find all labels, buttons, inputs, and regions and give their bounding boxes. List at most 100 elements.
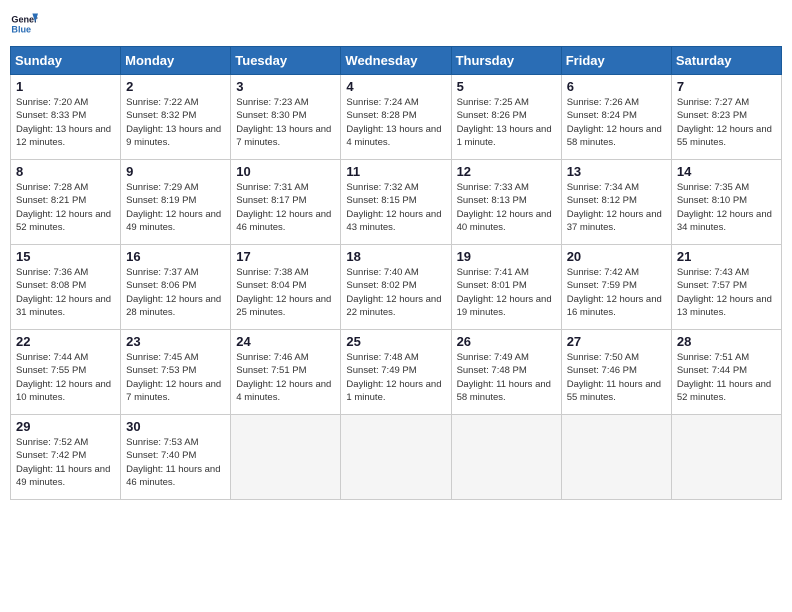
day-number: 3 [236, 79, 335, 94]
calendar-day-cell: 6 Sunrise: 7:26 AMSunset: 8:24 PMDayligh… [561, 75, 671, 160]
calendar-day-cell: 24 Sunrise: 7:46 AMSunset: 7:51 PMDaylig… [231, 330, 341, 415]
day-number: 24 [236, 334, 335, 349]
day-info: Sunrise: 7:31 AMSunset: 8:17 PMDaylight:… [236, 181, 335, 234]
day-number: 9 [126, 164, 225, 179]
calendar-day-cell: 12 Sunrise: 7:33 AMSunset: 8:13 PMDaylig… [451, 160, 561, 245]
calendar-day-cell: 15 Sunrise: 7:36 AMSunset: 8:08 PMDaylig… [11, 245, 121, 330]
day-number: 19 [457, 249, 556, 264]
calendar-day-cell: 4 Sunrise: 7:24 AMSunset: 8:28 PMDayligh… [341, 75, 451, 160]
col-sunday: Sunday [11, 47, 121, 75]
day-info: Sunrise: 7:48 AMSunset: 7:49 PMDaylight:… [346, 351, 445, 404]
day-info: Sunrise: 7:41 AMSunset: 8:01 PMDaylight:… [457, 266, 556, 319]
calendar-day-cell: 7 Sunrise: 7:27 AMSunset: 8:23 PMDayligh… [671, 75, 781, 160]
calendar-header-row: Sunday Monday Tuesday Wednesday Thursday… [11, 47, 782, 75]
day-number: 13 [567, 164, 666, 179]
day-info: Sunrise: 7:44 AMSunset: 7:55 PMDaylight:… [16, 351, 115, 404]
svg-text:Blue: Blue [11, 24, 31, 34]
calendar-day-cell: 22 Sunrise: 7:44 AMSunset: 7:55 PMDaylig… [11, 330, 121, 415]
calendar-day-cell [231, 415, 341, 500]
day-number: 27 [567, 334, 666, 349]
day-info: Sunrise: 7:25 AMSunset: 8:26 PMDaylight:… [457, 96, 556, 149]
calendar-day-cell [561, 415, 671, 500]
calendar-day-cell: 13 Sunrise: 7:34 AMSunset: 8:12 PMDaylig… [561, 160, 671, 245]
day-info: Sunrise: 7:53 AMSunset: 7:40 PMDaylight:… [126, 436, 225, 489]
day-number: 20 [567, 249, 666, 264]
day-info: Sunrise: 7:40 AMSunset: 8:02 PMDaylight:… [346, 266, 445, 319]
day-info: Sunrise: 7:22 AMSunset: 8:32 PMDaylight:… [126, 96, 225, 149]
calendar-day-cell: 5 Sunrise: 7:25 AMSunset: 8:26 PMDayligh… [451, 75, 561, 160]
day-number: 5 [457, 79, 556, 94]
day-info: Sunrise: 7:37 AMSunset: 8:06 PMDaylight:… [126, 266, 225, 319]
col-saturday: Saturday [671, 47, 781, 75]
day-info: Sunrise: 7:32 AMSunset: 8:15 PMDaylight:… [346, 181, 445, 234]
calendar-day-cell: 16 Sunrise: 7:37 AMSunset: 8:06 PMDaylig… [121, 245, 231, 330]
day-number: 14 [677, 164, 776, 179]
day-number: 4 [346, 79, 445, 94]
day-number: 6 [567, 79, 666, 94]
day-number: 7 [677, 79, 776, 94]
day-info: Sunrise: 7:24 AMSunset: 8:28 PMDaylight:… [346, 96, 445, 149]
calendar-day-cell [451, 415, 561, 500]
calendar-week-row: 22 Sunrise: 7:44 AMSunset: 7:55 PMDaylig… [11, 330, 782, 415]
calendar-day-cell: 26 Sunrise: 7:49 AMSunset: 7:48 PMDaylig… [451, 330, 561, 415]
day-info: Sunrise: 7:50 AMSunset: 7:46 PMDaylight:… [567, 351, 666, 404]
day-number: 26 [457, 334, 556, 349]
day-number: 15 [16, 249, 115, 264]
day-number: 23 [126, 334, 225, 349]
col-friday: Friday [561, 47, 671, 75]
day-info: Sunrise: 7:27 AMSunset: 8:23 PMDaylight:… [677, 96, 776, 149]
calendar-day-cell: 25 Sunrise: 7:48 AMSunset: 7:49 PMDaylig… [341, 330, 451, 415]
day-info: Sunrise: 7:33 AMSunset: 8:13 PMDaylight:… [457, 181, 556, 234]
day-info: Sunrise: 7:36 AMSunset: 8:08 PMDaylight:… [16, 266, 115, 319]
day-number: 12 [457, 164, 556, 179]
calendar-week-row: 15 Sunrise: 7:36 AMSunset: 8:08 PMDaylig… [11, 245, 782, 330]
day-info: Sunrise: 7:51 AMSunset: 7:44 PMDaylight:… [677, 351, 776, 404]
calendar-day-cell: 28 Sunrise: 7:51 AMSunset: 7:44 PMDaylig… [671, 330, 781, 415]
day-info: Sunrise: 7:35 AMSunset: 8:10 PMDaylight:… [677, 181, 776, 234]
col-thursday: Thursday [451, 47, 561, 75]
calendar-day-cell: 29 Sunrise: 7:52 AMSunset: 7:42 PMDaylig… [11, 415, 121, 500]
calendar-day-cell [671, 415, 781, 500]
day-number: 2 [126, 79, 225, 94]
calendar-day-cell: 3 Sunrise: 7:23 AMSunset: 8:30 PMDayligh… [231, 75, 341, 160]
col-monday: Monday [121, 47, 231, 75]
calendar-day-cell: 8 Sunrise: 7:28 AMSunset: 8:21 PMDayligh… [11, 160, 121, 245]
calendar-week-row: 8 Sunrise: 7:28 AMSunset: 8:21 PMDayligh… [11, 160, 782, 245]
calendar-day-cell: 18 Sunrise: 7:40 AMSunset: 8:02 PMDaylig… [341, 245, 451, 330]
calendar-day-cell: 11 Sunrise: 7:32 AMSunset: 8:15 PMDaylig… [341, 160, 451, 245]
day-number: 17 [236, 249, 335, 264]
day-info: Sunrise: 7:49 AMSunset: 7:48 PMDaylight:… [457, 351, 556, 404]
day-info: Sunrise: 7:34 AMSunset: 8:12 PMDaylight:… [567, 181, 666, 234]
day-info: Sunrise: 7:28 AMSunset: 8:21 PMDaylight:… [16, 181, 115, 234]
calendar-day-cell: 2 Sunrise: 7:22 AMSunset: 8:32 PMDayligh… [121, 75, 231, 160]
header: General Blue [10, 10, 782, 38]
day-number: 28 [677, 334, 776, 349]
day-info: Sunrise: 7:43 AMSunset: 7:57 PMDaylight:… [677, 266, 776, 319]
calendar-week-row: 1 Sunrise: 7:20 AMSunset: 8:33 PMDayligh… [11, 75, 782, 160]
day-number: 21 [677, 249, 776, 264]
calendar-table: Sunday Monday Tuesday Wednesday Thursday… [10, 46, 782, 500]
day-info: Sunrise: 7:46 AMSunset: 7:51 PMDaylight:… [236, 351, 335, 404]
day-number: 25 [346, 334, 445, 349]
calendar-day-cell: 17 Sunrise: 7:38 AMSunset: 8:04 PMDaylig… [231, 245, 341, 330]
day-number: 30 [126, 419, 225, 434]
calendar-day-cell: 20 Sunrise: 7:42 AMSunset: 7:59 PMDaylig… [561, 245, 671, 330]
day-info: Sunrise: 7:52 AMSunset: 7:42 PMDaylight:… [16, 436, 115, 489]
day-info: Sunrise: 7:26 AMSunset: 8:24 PMDaylight:… [567, 96, 666, 149]
day-info: Sunrise: 7:23 AMSunset: 8:30 PMDaylight:… [236, 96, 335, 149]
day-number: 29 [16, 419, 115, 434]
day-number: 8 [16, 164, 115, 179]
day-info: Sunrise: 7:38 AMSunset: 8:04 PMDaylight:… [236, 266, 335, 319]
day-info: Sunrise: 7:20 AMSunset: 8:33 PMDaylight:… [16, 96, 115, 149]
day-info: Sunrise: 7:29 AMSunset: 8:19 PMDaylight:… [126, 181, 225, 234]
logo-icon: General Blue [10, 10, 38, 38]
col-wednesday: Wednesday [341, 47, 451, 75]
calendar-day-cell: 19 Sunrise: 7:41 AMSunset: 8:01 PMDaylig… [451, 245, 561, 330]
calendar-week-row: 29 Sunrise: 7:52 AMSunset: 7:42 PMDaylig… [11, 415, 782, 500]
day-number: 16 [126, 249, 225, 264]
day-number: 11 [346, 164, 445, 179]
day-info: Sunrise: 7:42 AMSunset: 7:59 PMDaylight:… [567, 266, 666, 319]
calendar-day-cell: 21 Sunrise: 7:43 AMSunset: 7:57 PMDaylig… [671, 245, 781, 330]
calendar-day-cell: 23 Sunrise: 7:45 AMSunset: 7:53 PMDaylig… [121, 330, 231, 415]
day-number: 1 [16, 79, 115, 94]
